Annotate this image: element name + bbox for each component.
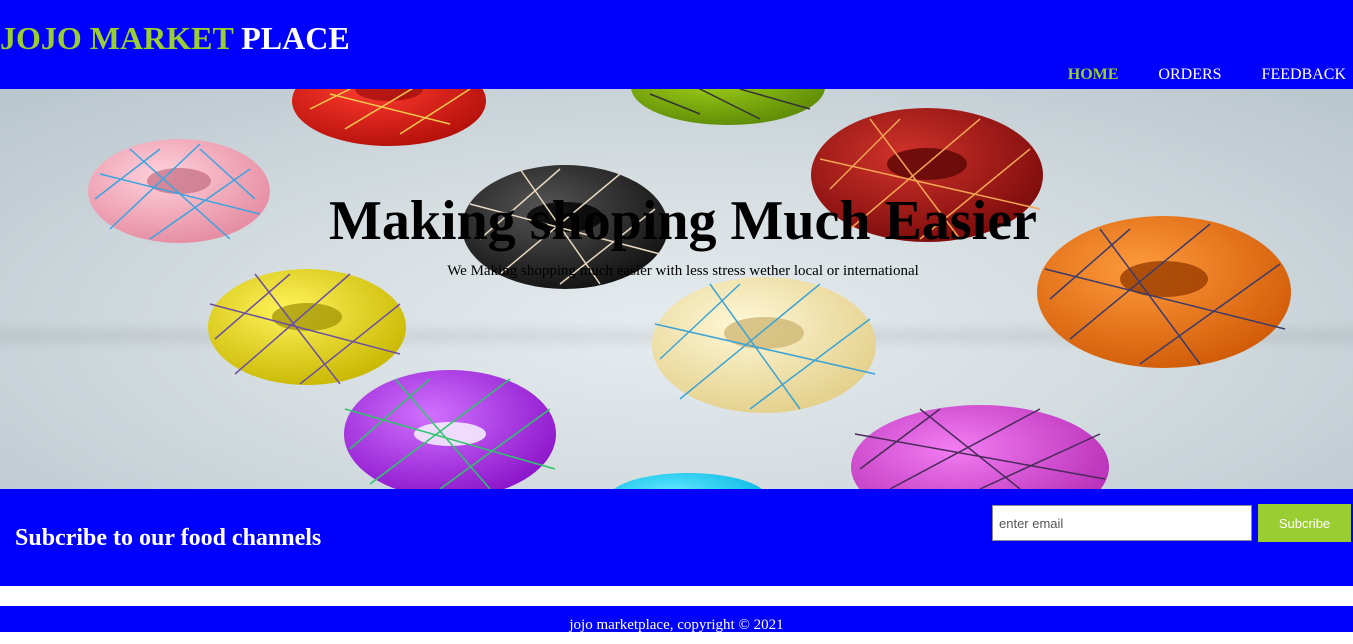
logo-place-text: PLACE [241, 20, 350, 56]
nav-feedback-link[interactable]: FEEDBACK [1262, 65, 1346, 85]
site-footer: jojo marketplace, copyright © 2021 [0, 606, 1353, 633]
site-logo[interactable]: JOJO MARKET PLACE [0, 18, 350, 58]
nav-home-link[interactable]: HOME [1068, 65, 1119, 85]
subscribe-button[interactable]: Subcribe [1258, 504, 1351, 542]
copyright-text: jojo marketplace, copyright © 2021 [569, 617, 784, 633]
hero-banner: Making shoping Much Easier We Making sho… [0, 89, 1353, 489]
nav-orders-link[interactable]: ORDERS [1158, 65, 1221, 85]
hero-subtitle: We Making shopping much easier with less… [447, 263, 919, 279]
subscribe-section: Subcribe to our food channels Subcribe [0, 489, 1353, 586]
donuts-illustration [0, 89, 1353, 489]
site-header: JOJO MARKET PLACE HOME ORDERS FEEDBACK [0, 0, 1353, 89]
main-nav: HOME ORDERS FEEDBACK [1028, 65, 1346, 85]
hero-title: Making shoping Much Easier [329, 190, 1037, 252]
email-input[interactable] [992, 505, 1252, 541]
logo-brand-text: JOJO MARKET [0, 20, 234, 56]
subscribe-title: Subcribe to our food channels [15, 525, 322, 551]
